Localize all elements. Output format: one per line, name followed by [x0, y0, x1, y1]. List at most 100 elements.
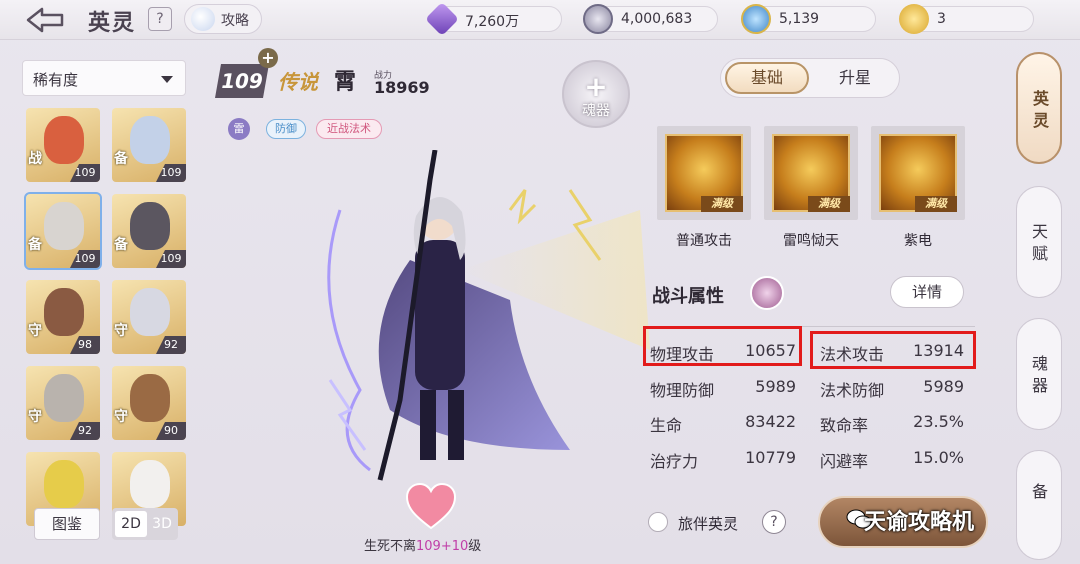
bond-label: 生死不离 — [364, 539, 417, 554]
skill-slot-3[interactable]: 满级 — [871, 126, 965, 220]
resource-value: 3 — [937, 11, 946, 27]
top-bar: 英灵 ? 攻略 7,260万 4,000,683 5,139 3 — [0, 0, 1080, 40]
side-tab-gear[interactable]: 备 — [1016, 450, 1062, 560]
tag-defense: 防御 — [266, 119, 306, 139]
stat-value: 15.0% — [913, 448, 964, 467]
hero-card[interactable]: 守 92 — [26, 366, 100, 440]
side-tab-label: 备 — [1031, 482, 1048, 501]
side-tab-hero[interactable]: 英 灵 — [1016, 52, 1062, 164]
guide-button[interactable]: 攻略 — [184, 4, 262, 34]
crystal-icon — [425, 2, 459, 36]
highlight-box-physical-attack — [643, 326, 802, 366]
hero-portrait — [44, 288, 84, 336]
resource-value: 5,139 — [779, 11, 820, 27]
resource-coin[interactable]: 4,000,683 — [583, 4, 718, 34]
help-button[interactable]: ? — [148, 7, 172, 31]
resource-crystal[interactable]: 7,260万 — [425, 2, 562, 36]
bond-level: 109+10 — [416, 539, 469, 554]
hero-level: 92 — [156, 336, 186, 354]
soul-vessel-button[interactable]: + 魂器 — [562, 60, 630, 128]
medal-icon — [899, 4, 929, 34]
side-tab-label: 器 — [1031, 376, 1048, 395]
skill-name: 普通攻击 — [676, 233, 732, 249]
side-tab-label: 天 — [1031, 222, 1048, 241]
skill-slot-1[interactable]: 满级 — [657, 126, 751, 220]
coin-icon — [583, 4, 613, 34]
tab-star-up[interactable]: 升星 — [813, 62, 897, 94]
hero-card[interactable]: 备 109 — [112, 108, 186, 182]
skill-max-badge: 满级 — [808, 196, 850, 212]
companion-checkbox[interactable] — [648, 512, 668, 532]
hero-role: 守 — [114, 409, 128, 425]
hero-role: 战 — [28, 151, 42, 167]
back-icon[interactable] — [24, 6, 66, 34]
gem-icon — [741, 4, 771, 34]
hero-card[interactable]: 守 98 — [26, 280, 100, 354]
plus-icon: + — [584, 70, 608, 103]
tab-basic[interactable]: 基础 — [725, 62, 809, 94]
hero-role: 备 — [114, 237, 128, 253]
hero-card[interactable]: 战 109 — [26, 108, 100, 182]
element-badge: 雷 — [228, 118, 250, 140]
hero-level: 90 — [156, 422, 186, 440]
stat-label: 治疗力 — [650, 452, 699, 471]
tag-melee-magic: 近战法术 — [316, 119, 382, 139]
resource-value: 4,000,683 — [621, 11, 693, 27]
hero-card[interactable]: 备 109 — [24, 192, 102, 270]
hero-character-art — [327, 150, 650, 481]
hero-level-badge: 109 — [215, 64, 269, 98]
stat-value: 5989 — [755, 377, 796, 396]
companion-help-button[interactable]: ? — [762, 510, 786, 534]
hero-name: 霄 — [334, 70, 357, 95]
stat-label: 致命率 — [820, 416, 869, 435]
stat-label: 法术防御 — [820, 381, 885, 400]
resource-gem[interactable]: 5,139 — [741, 4, 876, 34]
hero-rarity: 传说 — [278, 70, 318, 94]
resource-medal[interactable]: 3 — [899, 4, 1034, 34]
stat-label: 闪避率 — [820, 452, 869, 471]
hero-portrait — [130, 288, 170, 336]
stat-value: 83422 — [745, 412, 796, 431]
skill-max-badge: 满级 — [915, 196, 957, 212]
hero-level: 92 — [70, 422, 100, 440]
level-up-button[interactable]: + — [258, 48, 278, 68]
hero-level: 109 — [70, 164, 100, 182]
hero-portrait — [44, 202, 84, 250]
hero-role: 守 — [28, 323, 42, 339]
bond-text: 生死不离109+10级 — [364, 535, 481, 554]
panel-tabs: 基础 升星 — [720, 58, 900, 98]
skill-name: 雷鸣恸天 — [783, 233, 839, 249]
hero-level: 98 — [70, 336, 100, 354]
soul-vessel-label: 魂器 — [582, 103, 610, 119]
side-tab-label: 赋 — [1031, 244, 1048, 263]
hero-card[interactable]: 备 109 — [112, 194, 186, 268]
gallery-button[interactable]: 图鉴 — [34, 508, 100, 540]
watermark-text: 天谕攻略机 — [864, 510, 975, 535]
stats-title: 战斗属性 — [652, 286, 724, 307]
companion-label: 旅伴英灵 — [678, 515, 739, 533]
hero-card[interactable]: 守 92 — [112, 280, 186, 354]
view-mode-toggle[interactable]: 2D 3D — [112, 508, 178, 540]
hero-portrait — [44, 374, 84, 422]
bond-heart-icon[interactable] — [405, 482, 457, 530]
hero-level: 109 — [70, 250, 100, 268]
filter-label: 稀有度 — [33, 71, 79, 89]
rarity-filter[interactable]: 稀有度 — [22, 60, 186, 96]
stat-value: 5989 — [923, 377, 964, 396]
side-tab-label: 魂 — [1031, 354, 1048, 373]
chevron-down-icon — [161, 76, 173, 83]
hero-portrait — [130, 460, 170, 508]
hero-portrait — [130, 202, 170, 250]
side-tab-soul-vessel[interactable]: 魂 器 — [1016, 318, 1062, 430]
hero-portrait — [130, 116, 170, 164]
hero-role: 守 — [28, 409, 42, 425]
mode-2d-button[interactable]: 2D — [115, 511, 147, 537]
mode-3d-button[interactable]: 3D — [148, 511, 176, 537]
side-tab-label: 英 — [1032, 89, 1049, 108]
hero-card[interactable]: 守 90 — [112, 366, 186, 440]
stats-detail-button[interactable]: 详情 — [890, 276, 964, 308]
side-tab-label: 灵 — [1032, 111, 1049, 130]
guide-label: 攻略 — [221, 13, 249, 29]
side-tab-talent[interactable]: 天 赋 — [1016, 186, 1062, 298]
skill-slot-2[interactable]: 满级 — [764, 126, 858, 220]
